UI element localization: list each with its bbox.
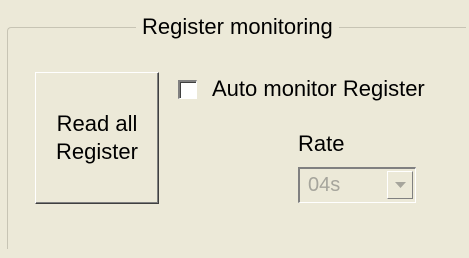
read-all-register-button[interactable]: Read all Register [35, 72, 159, 204]
auto-monitor-checkbox[interactable] [178, 79, 197, 99]
rate-select[interactable]: 04s [298, 167, 416, 203]
rate-select-value: 04s [308, 174, 341, 196]
auto-monitor-label[interactable]: Auto monitor Register [212, 76, 425, 102]
rate-label: Rate [298, 131, 345, 156]
auto-monitor-toggle[interactable]: Auto monitor Register [178, 76, 425, 102]
group-title: Register monitoring [136, 14, 339, 40]
rate-dropdown-button[interactable] [387, 171, 413, 199]
chevron-down-icon [394, 182, 406, 188]
